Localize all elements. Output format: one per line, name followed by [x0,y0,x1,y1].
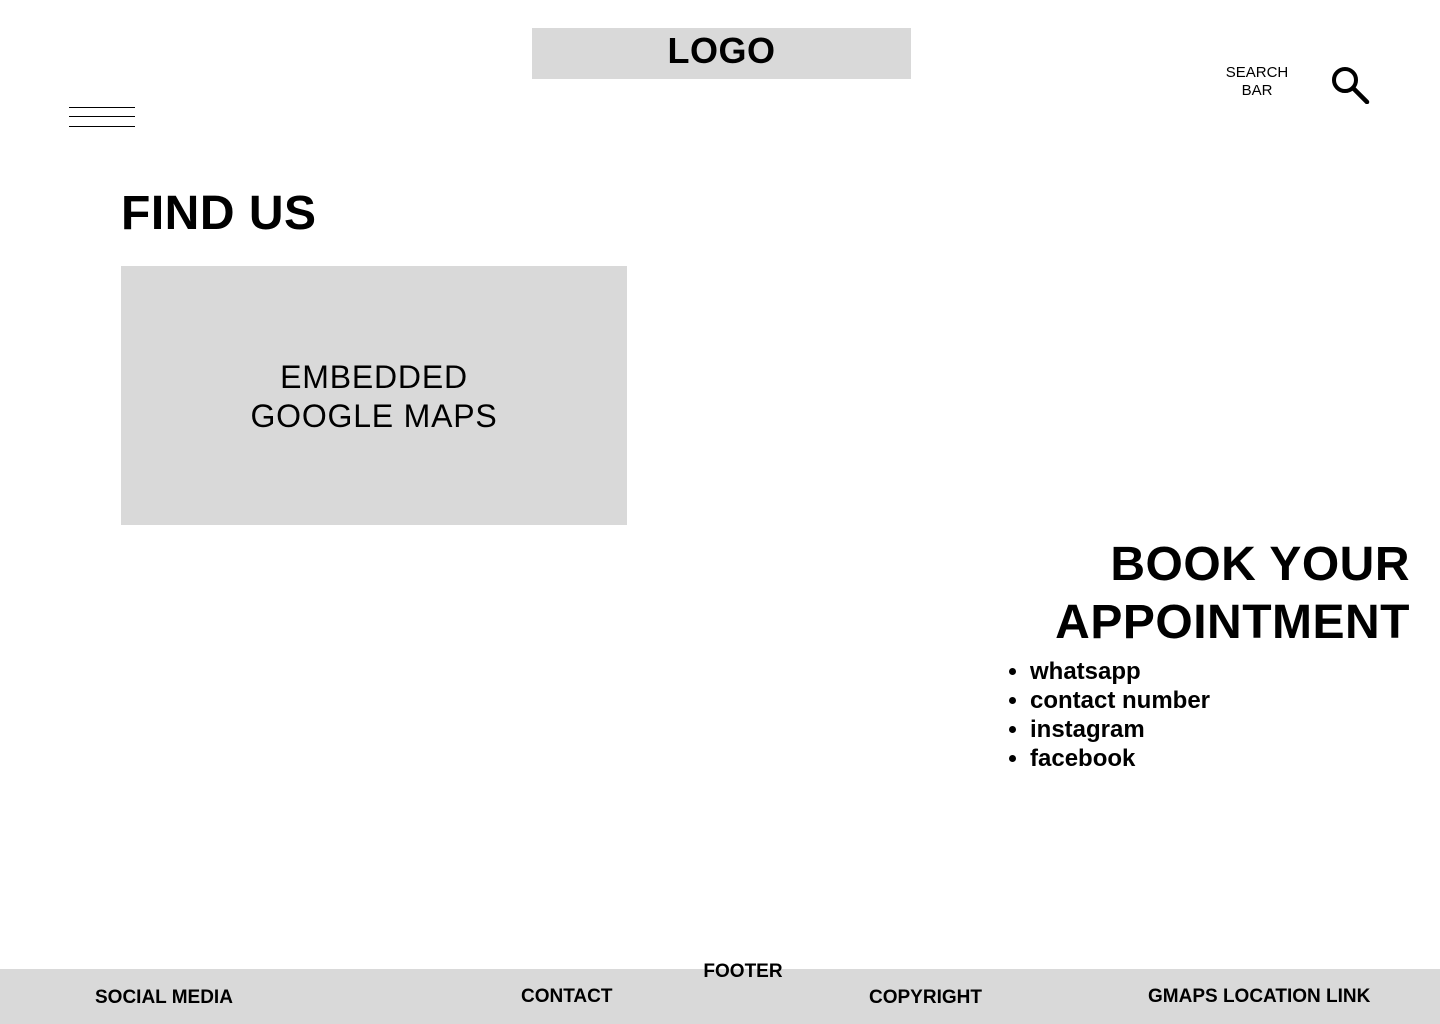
footer-contact-link[interactable]: CONTACT [521,985,612,1009]
search-icon[interactable] [1330,66,1370,104]
booking-option-facebook[interactable]: facebook [1030,744,1210,773]
booking-option-contact-number[interactable]: contact number [1030,686,1210,715]
booking-option-whatsapp[interactable]: whatsapp [1030,657,1210,686]
footer-social-media-link[interactable]: SOCIAL MEDIA [95,986,233,1010]
footer-copyright: COPYRIGHT [869,987,982,1008]
hamburger-menu-icon[interactable] [69,106,135,130]
book-appointment-heading: BOOK YOUR APPOINTMENT [1055,538,1410,649]
booking-options-list: whatsapp contact number instagram facebo… [1030,657,1210,773]
map-placeholder-label: EMBEDDED GOOGLE MAPS [250,359,498,434]
logo[interactable]: LOGO [532,28,911,79]
footer-label: FOOTER [703,961,783,982]
embedded-map[interactable]: EMBEDDED GOOGLE MAPS [121,266,627,525]
search-bar[interactable]: SEARCH BAR [1212,64,1302,100]
footer-gmaps-location-link[interactable]: GMAPS LOCATION LINK [1148,985,1370,1009]
find-us-heading: FIND US [121,187,317,240]
booking-option-instagram[interactable]: instagram [1030,715,1210,744]
